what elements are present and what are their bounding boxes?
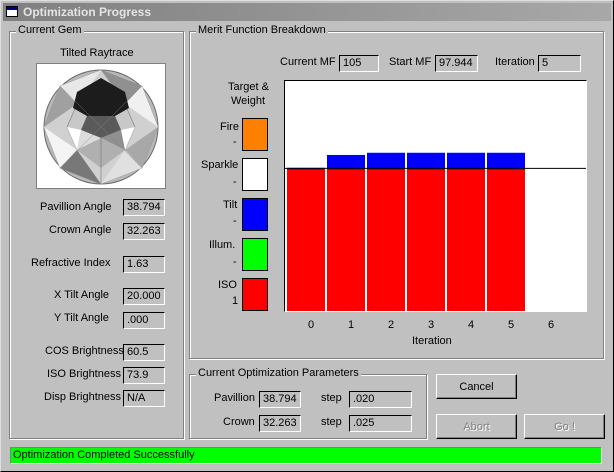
optimization-params-title: Current Optimization Parameters: [196, 367, 361, 379]
bar-tilt-3: [407, 152, 445, 170]
optimization-progress-window: Optimization Progress Current Gem Tilted…: [0, 0, 614, 472]
legend-sparkle-label: Sparkle: [201, 159, 239, 171]
param-pavillion-step-label: step: [321, 392, 342, 404]
x-tick-0: 0: [308, 319, 315, 331]
legend-illum-swatch: [242, 238, 268, 271]
status-bar: Optimization Completed Successfully: [10, 447, 602, 464]
y-tilt-angle-value: .000: [123, 312, 165, 329]
param-crown-step-label: step: [321, 416, 342, 428]
bar-iso-5: [487, 169, 525, 311]
cos-brightness-label: COS Brightness: [45, 345, 124, 357]
current-mf-label: Current MF: [280, 56, 336, 68]
x-tilt-angle-value: 20.000: [123, 288, 165, 305]
go-button[interactable]: Go !: [524, 414, 605, 439]
x-tick-5: 5: [508, 319, 515, 331]
refractive-index-label: Refractive Index: [31, 257, 111, 269]
bar-iso-4: [447, 169, 485, 311]
crown-angle-label: Crown Angle: [49, 224, 112, 236]
tilted-raytrace-label: Tilted Raytrace: [60, 47, 134, 59]
current-gem-title: Current Gem: [16, 24, 84, 36]
x-tick-4: 4: [468, 319, 475, 331]
refractive-index-value: 1.63: [123, 256, 165, 273]
legend-tilt-weight: -: [233, 215, 237, 227]
iso-brightness-label: ISO Brightness: [47, 368, 121, 380]
disp-brightness-value: N/A: [123, 390, 165, 407]
start-mf-value: 97.944: [435, 55, 478, 72]
bar-tilt-2: [367, 152, 405, 170]
iso-brightness-value: 73.9: [123, 367, 165, 384]
crown-angle-value: 32.263: [123, 223, 165, 240]
y-tilt-angle-label: Y Tilt Angle: [54, 312, 109, 324]
disp-brightness-label: Disp Brightness: [44, 391, 122, 403]
x-tick-3: 3: [428, 319, 435, 331]
x-axis-label: Iteration: [412, 335, 452, 347]
legend-iso-swatch: [242, 278, 268, 311]
gem-raytrace-image: [36, 63, 166, 189]
bar-tilt-5: [487, 152, 525, 170]
bar-iso-3: [407, 169, 445, 311]
legend-sparkle-swatch: [242, 158, 268, 191]
bar-iso-0: [287, 169, 325, 311]
bar-tilt-4: [447, 152, 485, 170]
diamond-raytrace-icon: [43, 69, 159, 185]
merit-chart-svg: [285, 152, 586, 311]
param-pavillion-step: .020: [349, 391, 412, 408]
legend-iso-label: ISO: [218, 279, 237, 291]
start-mf-label: Start MF: [389, 56, 432, 68]
legend-title-line2: Weight: [231, 95, 266, 107]
legend-sparkle-weight: -: [233, 176, 237, 188]
abort-button[interactable]: Abort: [436, 414, 517, 439]
param-pavillion-label: Pavillion: [214, 392, 255, 404]
bar-iso-1: [327, 169, 365, 311]
window-icon[interactable]: [6, 6, 18, 17]
legend-tilt-swatch: [242, 198, 268, 231]
pavillion-angle-value: 38.794: [123, 199, 165, 216]
param-pavillion-value: 38.794: [259, 391, 301, 408]
legend-iso-weight: 1: [232, 295, 239, 307]
iteration-value: 5: [538, 55, 581, 72]
bar-tilt-1: [327, 154, 365, 170]
legend-illum-weight: -: [233, 256, 237, 268]
window-title: Optimization Progress: [23, 5, 152, 19]
legend-fire-swatch: [242, 118, 268, 151]
legend-tilt-label: Tilt: [223, 199, 238, 211]
legend-fire-weight: -: [233, 136, 237, 148]
param-crown-value: 32.263: [259, 415, 301, 432]
x-tick-2: 2: [388, 319, 395, 331]
pavillion-angle-label: Pavillion Angle: [40, 201, 112, 213]
x-tick-6: 6: [548, 319, 555, 331]
legend-title-line1: Target &: [228, 81, 269, 93]
title-bar[interactable]: Optimization Progress: [3, 3, 611, 21]
param-crown-label: Crown: [223, 416, 255, 428]
bar-iso-2: [367, 169, 405, 311]
current-mf-value: 105: [339, 55, 379, 72]
x-tilt-angle-label: X Tilt Angle: [54, 289, 110, 301]
merit-chart: [284, 80, 587, 312]
cancel-button[interactable]: Cancel: [436, 374, 517, 399]
legend-illum-label: Illum.: [209, 239, 236, 251]
param-crown-step: .025: [349, 415, 412, 432]
iteration-label: Iteration: [495, 56, 535, 68]
merit-function-title: Merit Function Breakdown: [196, 24, 328, 36]
cos-brightness-value: 60.5: [123, 344, 165, 361]
x-tick-1: 1: [348, 319, 355, 331]
legend-fire-label: Fire: [220, 121, 239, 133]
